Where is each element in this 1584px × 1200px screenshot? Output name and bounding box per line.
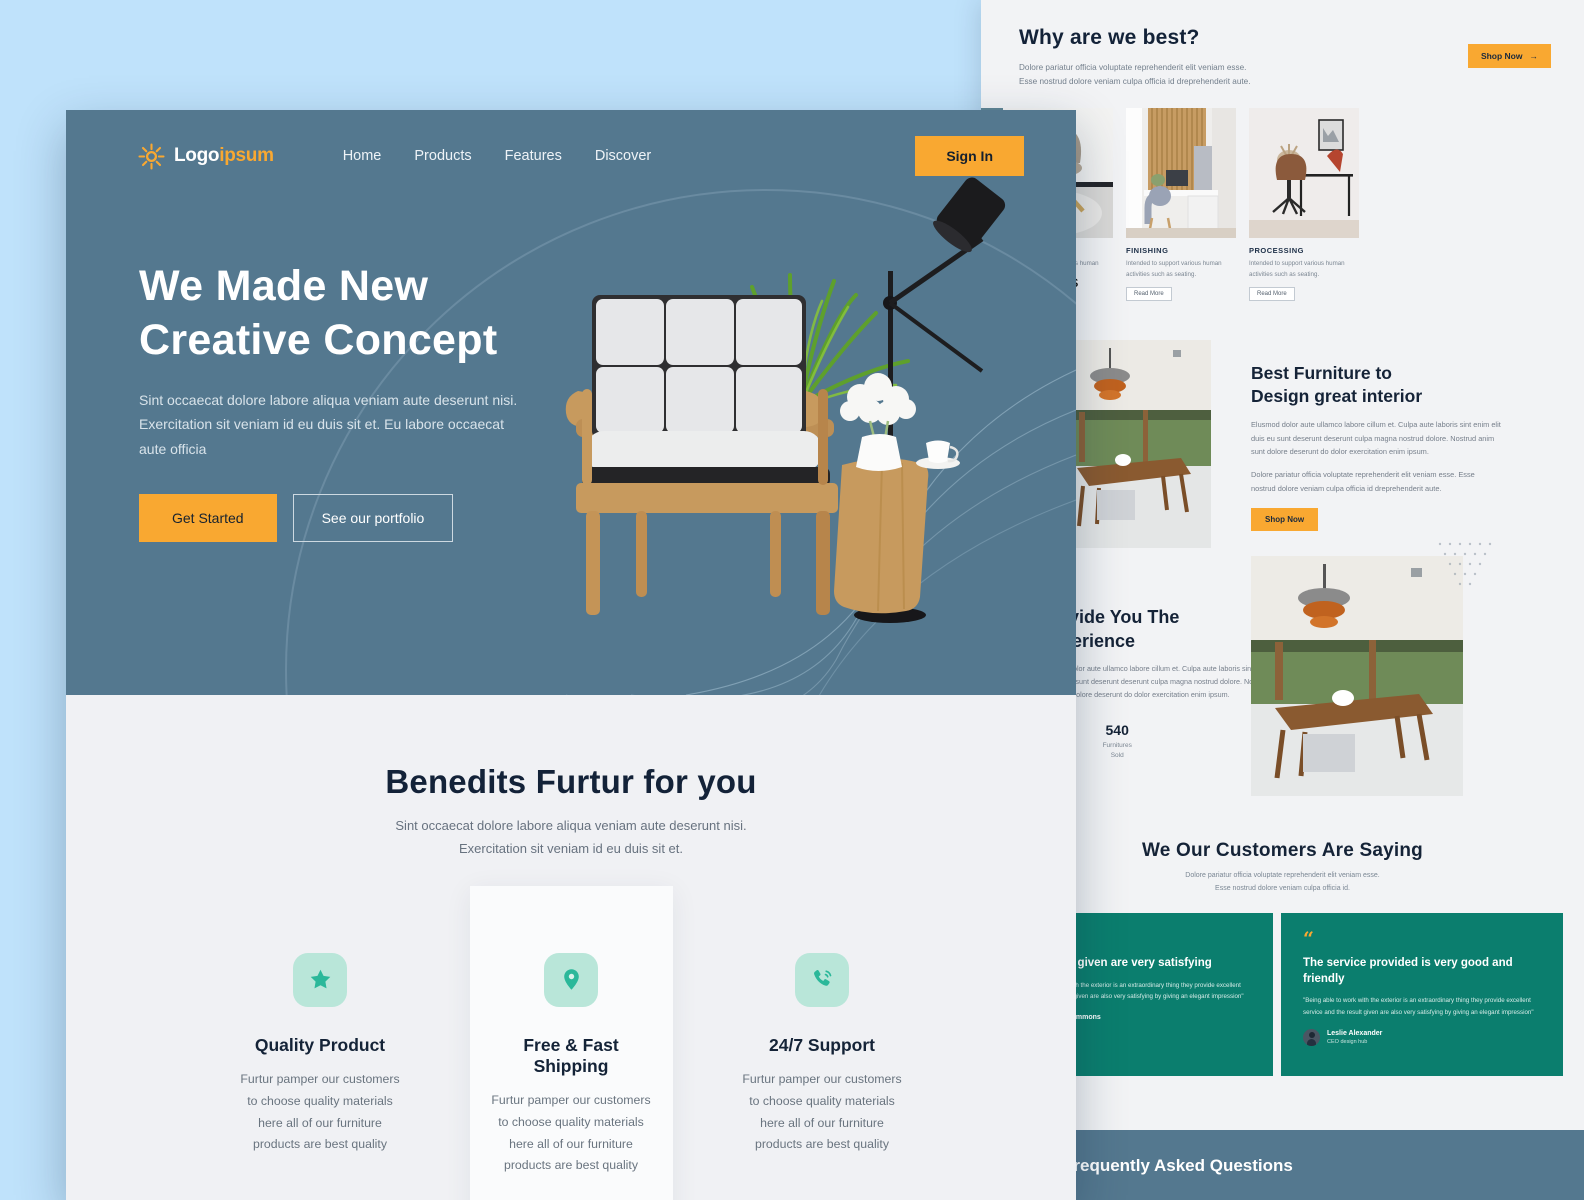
title-line-2: Design great interior: [1251, 386, 1423, 407]
logo[interactable]: Logoipsum: [138, 142, 274, 170]
quote-mark-icon: “: [1303, 928, 1314, 950]
shop-now-label: Shop Now: [1480, 51, 1523, 61]
hero-title-line-2: Creative Concept: [139, 316, 498, 365]
product-card[interactable]: PROCESSING Intended to support various h…: [1249, 108, 1359, 301]
benefit-title: Quality Product: [254, 1034, 386, 1055]
product-caption: PROCESSING: [1249, 246, 1305, 255]
arrow-right-icon: →: [1529, 51, 1539, 61]
product-caption: FINISHING: [1126, 246, 1169, 255]
hero-section: Logoipsum Home Products Features Discove…: [66, 110, 1076, 695]
logo-secondary: ipsum: [219, 145, 274, 166]
faq-title: Frequently Asked Questions: [1063, 1156, 1293, 1175]
person-name: Leslie Alexander: [1327, 1029, 1383, 1037]
product-card[interactable]: FINISHING Intended to support various hu…: [1126, 108, 1236, 301]
navbar: Logoipsum Home Products Features Discove…: [66, 110, 1076, 176]
testimonial-body: "Being able to work with the exterior is…: [1303, 997, 1534, 1016]
shop-now-button-top[interactable]: Shop Now →: [1467, 44, 1551, 68]
best-furniture-body-1: Elusmod dolor aute ullamco labore cillum…: [1251, 420, 1501, 456]
phone-call-icon: [813, 970, 831, 987]
stat-label: Furnitures Sold: [1102, 742, 1132, 760]
benefits-subtitle-line-2: Exercitation sit veniam id eu duis sit e…: [459, 841, 683, 857]
location-pin-icon: [563, 969, 579, 990]
benefit-card-support: 24/7 Support Furtur pamper our customers…: [721, 903, 924, 1200]
nav-link-home[interactable]: Home: [343, 148, 382, 164]
nav-link-discover[interactable]: Discover: [595, 148, 651, 164]
hero-subtitle: Sint occaecat dolore labore aliqua venia…: [139, 392, 518, 457]
hero-furniture-illustration: [565, 177, 1006, 623]
icon-container: [544, 952, 598, 1007]
person-role: CEO design hub: [1327, 1038, 1368, 1045]
benefit-card-free-fast-shipping: Free & Fast Shipping Furtur pamper our c…: [469, 885, 673, 1200]
title-line-1: Best Furniture to: [1251, 363, 1392, 383]
benefits-subtitle: Sint occaecat dolore labore aliqua venia…: [66, 814, 1076, 861]
product-photo: [1249, 108, 1359, 238]
icon-container: [795, 952, 849, 1007]
benefit-title: 24/7 Support: [769, 1034, 875, 1055]
benefits-title: Benedits Furtur for you: [385, 763, 757, 800]
best-furniture-title: Best Furniture to Design great interior: [1251, 362, 1551, 408]
get-started-button[interactable]: Get Started: [139, 493, 277, 542]
testimonial-headline: The service provided is very good and fr…: [1303, 957, 1513, 985]
icon-container: [293, 952, 347, 1007]
why-best-body: Dolore pariatur officia voluptate repreh…: [1019, 63, 1251, 86]
decorative-dots: [1438, 542, 1492, 586]
best-furniture-section: Best Furniture to Design great interior …: [1251, 362, 1551, 531]
read-more-button[interactable]: Read More: [1249, 286, 1295, 301]
best-furniture-body-2: Dolore pariatur officia voluptate repreh…: [1251, 470, 1475, 493]
benefit-body: Furtur pamper our customers to choose qu…: [240, 1071, 400, 1152]
logo-text: Logoipsum: [174, 145, 274, 167]
testimonial-card: “ The service provided is very good and …: [1281, 913, 1563, 1076]
sign-in-button[interactable]: Sign In: [915, 136, 1024, 176]
hero-title: We Made New Creative Concept: [139, 259, 536, 367]
interior-photo-dining-a: [1063, 340, 1211, 548]
read-more-button[interactable]: Read More: [1126, 286, 1172, 301]
nav-link-products[interactable]: Products: [414, 148, 471, 164]
nav-link-features[interactable]: Features: [505, 148, 562, 164]
product-photo: [1126, 108, 1236, 238]
see-portfolio-button[interactable]: See our portfolio: [292, 493, 454, 542]
avatar: [1303, 1028, 1320, 1046]
faq-section: Frequently Asked Questions: [991, 1130, 1584, 1200]
benefits-subtitle-line-1: Sint occaecat dolore labore aliqua venia…: [395, 818, 747, 833]
benefits-section: Benedits Furtur for you Sint occaecat do…: [66, 695, 1076, 1200]
shop-now-button-mid[interactable]: Shop Now: [1251, 507, 1319, 531]
interior-photo-dining-b: [1251, 556, 1463, 796]
sun-burst-icon: [138, 142, 165, 170]
testimonial-row: “ The results given are very satisfying …: [991, 913, 1563, 1076]
testimonial-person: Leslie Alexander CEO design hub: [1303, 1028, 1541, 1046]
benefit-cards: Quality Product Furtur pamper our custom…: [66, 885, 1076, 1200]
stat-furnitures: 540 Furnitures Sold: [1103, 722, 1132, 761]
hero-buttons: Get Started See our portfolio: [139, 493, 536, 542]
stat-value: 540: [1105, 722, 1129, 739]
star-icon: [310, 969, 330, 989]
logo-primary: Logo: [174, 145, 220, 166]
hero-title-line-1: We Made New: [139, 262, 429, 310]
benefit-title: Free & Fast Shipping: [523, 1034, 619, 1076]
landing-page-window: Logoipsum Home Products Features Discove…: [66, 110, 1076, 1200]
nav-links: Home Products Features Discover: [343, 148, 652, 164]
benefit-body: Furtur pamper our customers to choose qu…: [742, 1071, 902, 1152]
benefit-card-quality-product: Quality Product Furtur pamper our custom…: [219, 903, 422, 1200]
hero-content: We Made New Creative Concept Sint occaec…: [66, 176, 536, 542]
product-description: Intended to support various human activi…: [1249, 260, 1345, 278]
product-description: Intended to support various human activi…: [1126, 260, 1222, 278]
benefit-body: Furtur pamper our customers to choose qu…: [491, 1092, 651, 1173]
